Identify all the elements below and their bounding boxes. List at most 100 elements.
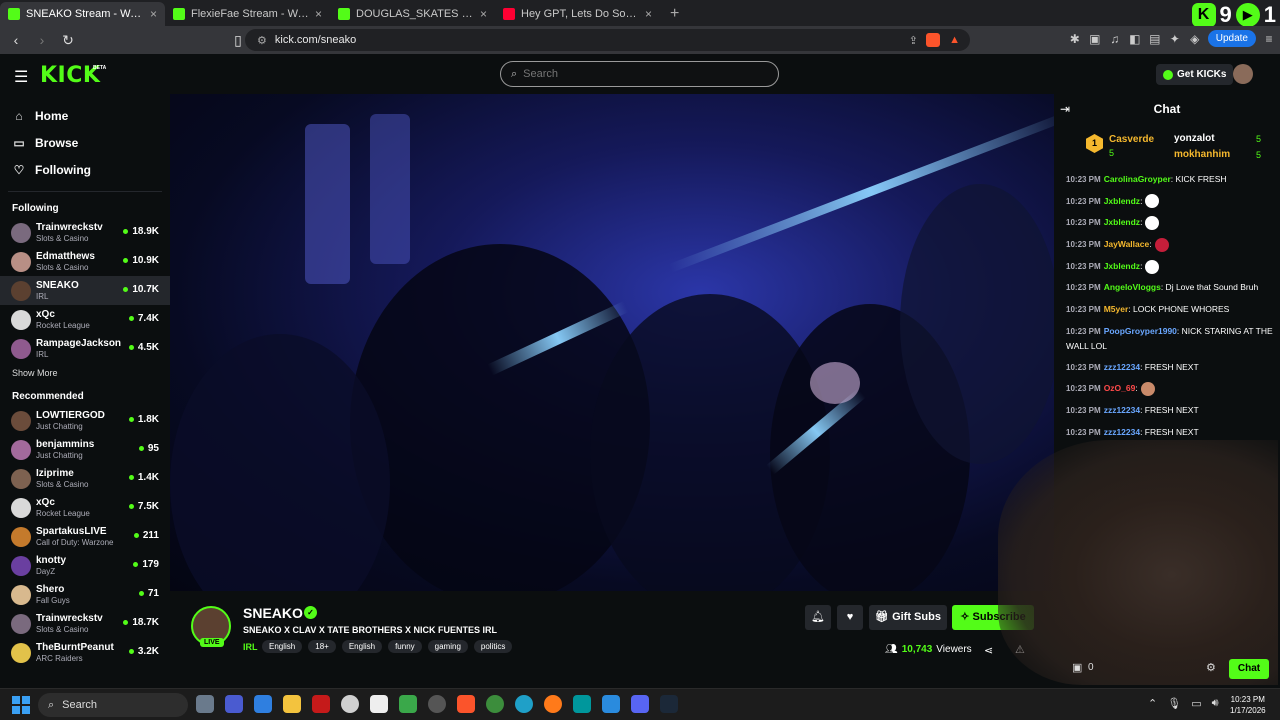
vscode-icon[interactable] bbox=[602, 695, 620, 713]
chat-username[interactable]: CarolinaGroyper bbox=[1104, 174, 1171, 184]
widgets-icon[interactable] bbox=[196, 695, 214, 713]
search-bar[interactable]: ⌕ bbox=[500, 61, 779, 87]
stream-tag[interactable]: English bbox=[262, 640, 303, 653]
channel-item[interactable]: TheBurntPeanut ARC Raiders 3.2K bbox=[0, 638, 170, 667]
vpn-icon[interactable]: ◈ bbox=[1188, 32, 1202, 46]
brave-icon[interactable] bbox=[457, 695, 475, 713]
chat-username[interactable]: OzO_69 bbox=[1104, 383, 1136, 393]
back-icon[interactable]: ‹ bbox=[6, 32, 26, 48]
sidebar-nav-home[interactable]: ⌂ Home bbox=[0, 102, 170, 129]
channel-item[interactable]: xQc Rocket League 7.4K bbox=[0, 305, 170, 334]
reload-icon[interactable]: ↻ bbox=[58, 32, 78, 49]
search-input[interactable] bbox=[523, 68, 744, 80]
stream-tag[interactable]: 18+ bbox=[308, 640, 336, 653]
browser-tab[interactable]: Hey GPT, Lets Do Some Riddles - YouTube × bbox=[495, 2, 660, 26]
stream-tag[interactable]: politics bbox=[473, 640, 513, 653]
remote-desktop-icon[interactable] bbox=[254, 695, 272, 713]
file-explorer-icon[interactable] bbox=[283, 695, 301, 713]
forward-icon[interactable]: › bbox=[32, 32, 52, 48]
channel-item[interactable]: Shero Fall Guys 71 bbox=[0, 580, 170, 609]
menu-icon[interactable]: ≡ bbox=[1262, 32, 1276, 46]
leader-name[interactable]: Casverde bbox=[1109, 134, 1154, 145]
stream-tag[interactable]: English bbox=[341, 640, 383, 653]
show-more-link[interactable]: Show More bbox=[0, 365, 170, 381]
hamburger-menu-icon[interactable]: ☰ bbox=[14, 67, 28, 87]
chat-username[interactable]: Jxblendz bbox=[1104, 261, 1140, 271]
chat-username[interactable]: PoopGroyper1990 bbox=[1104, 326, 1177, 336]
channel-item[interactable]: Trainwreckstv Slots & Casino 18.7K bbox=[0, 609, 170, 638]
chat-username[interactable]: AngeloVloggs bbox=[1104, 282, 1161, 292]
close-tab-icon[interactable]: × bbox=[150, 7, 157, 21]
share-icon[interactable]: ⋖ bbox=[984, 644, 993, 657]
sidebar-toggle-icon[interactable]: ◧ bbox=[1128, 32, 1142, 46]
media-icon[interactable]: ♫ bbox=[1108, 32, 1122, 46]
kicks-icon[interactable]: ▣ bbox=[1072, 661, 1082, 674]
chrome-icon[interactable] bbox=[486, 695, 504, 713]
leo-icon[interactable]: ✦ bbox=[1168, 32, 1182, 46]
browser-tab[interactable]: FlexieFae Stream - Watch Live on Kick × bbox=[165, 2, 330, 26]
edge-icon[interactable] bbox=[515, 695, 533, 713]
chat-username[interactable]: M5yer bbox=[1104, 304, 1129, 314]
follow-heart-button[interactable]: ♥ bbox=[837, 605, 863, 630]
stream-category[interactable]: IRL bbox=[243, 642, 258, 652]
volume-icon[interactable]: 🔊︎ bbox=[1212, 697, 1219, 710]
taskbar-clock[interactable]: 10:23 PM 1/17/2026 bbox=[1230, 694, 1266, 716]
leader-name[interactable]: mokhanhim bbox=[1174, 149, 1230, 160]
wallet-icon[interactable]: ▤ bbox=[1148, 32, 1162, 46]
maps-icon[interactable] bbox=[399, 695, 417, 713]
chevron-up-icon[interactable]: ⌃ bbox=[1148, 697, 1157, 710]
chat-username[interactable]: zzz12234 bbox=[1104, 427, 1140, 437]
gift-subs-button[interactable]: 🎁︎ Gift Subs bbox=[869, 605, 947, 630]
chat-settings-icon[interactable]: ⚙ bbox=[1206, 661, 1216, 674]
leader-name[interactable]: yonzalot bbox=[1174, 133, 1215, 144]
chat-username[interactable]: Jxblendz bbox=[1104, 217, 1140, 227]
windows-start-icon[interactable] bbox=[12, 696, 30, 714]
stream-tag[interactable]: gaming bbox=[427, 640, 468, 653]
channel-item[interactable]: LOWTIERGOD Just Chatting 1.8K bbox=[0, 406, 170, 435]
close-tab-icon[interactable]: × bbox=[645, 7, 652, 21]
chat-username[interactable]: zzz12234 bbox=[1104, 362, 1140, 372]
streamer-name[interactable]: SNEAKO bbox=[243, 605, 303, 621]
share-page-icon[interactable]: ⇪ bbox=[909, 34, 918, 47]
sidebar-nav-browse[interactable]: ▭ Browse bbox=[0, 129, 170, 156]
url-field[interactable]: ⚙ kick.com/sneako ⇪ ▲ bbox=[245, 29, 970, 51]
channel-item[interactable]: SpartakusLIVE Call of Duty: Warzone 211 bbox=[0, 522, 170, 551]
tab-search-icon[interactable]: ▣ bbox=[1088, 32, 1102, 46]
close-tab-icon[interactable]: × bbox=[480, 7, 487, 21]
chat-username[interactable]: JayWallace bbox=[1104, 239, 1150, 249]
browser-tab[interactable]: DOUGLAS_SKATES Stream - Watch Live on Ki… bbox=[330, 2, 495, 26]
arduino-icon[interactable] bbox=[573, 695, 591, 713]
user-avatar[interactable] bbox=[1233, 64, 1253, 84]
extensions-icon[interactable]: ✱ bbox=[1068, 32, 1082, 46]
netflix-icon[interactable] bbox=[312, 695, 330, 713]
chat-send-button[interactable]: Chat bbox=[1229, 659, 1269, 679]
notification-bell-button[interactable]: 🔔︎ bbox=[805, 605, 831, 630]
channel-item[interactable]: benjammins Just Chatting 95 bbox=[0, 435, 170, 464]
close-tab-icon[interactable]: × bbox=[315, 7, 322, 21]
brave-shield-icon[interactable] bbox=[926, 33, 940, 47]
channel-item[interactable]: Trainwreckstv Slots & Casino 18.9K bbox=[0, 218, 170, 247]
obs-icon[interactable] bbox=[428, 695, 446, 713]
discord-icon[interactable] bbox=[631, 695, 649, 713]
site-info-icon[interactable]: ⚙ bbox=[257, 34, 267, 47]
teams-icon[interactable] bbox=[225, 695, 243, 713]
capcut-icon[interactable] bbox=[370, 695, 388, 713]
channel-item[interactable]: knotty DayZ 179 bbox=[0, 551, 170, 580]
stream-tag[interactable]: funny bbox=[388, 640, 422, 653]
channel-item[interactable]: SNEAKO IRL 10.7K bbox=[0, 276, 170, 305]
channel-item[interactable]: xQc Rocket League 7.5K bbox=[0, 493, 170, 522]
video-player[interactable] bbox=[170, 94, 1054, 591]
new-tab-button[interactable]: + bbox=[660, 2, 689, 26]
update-button[interactable]: Update bbox=[1207, 30, 1256, 47]
kick-logo[interactable]: KICK bbox=[40, 63, 100, 88]
sidebar-nav-following[interactable]: ♡ Following bbox=[0, 156, 170, 183]
channel-item[interactable]: Edmatthews Slots & Casino 10.9K bbox=[0, 247, 170, 276]
microphone-icon[interactable]: 🎙︎ bbox=[1167, 697, 1181, 710]
chat-username[interactable]: zzz12234 bbox=[1104, 405, 1140, 415]
firefox-icon[interactable] bbox=[544, 695, 562, 713]
network-icon[interactable]: ▭ bbox=[1191, 697, 1201, 710]
channel-item[interactable]: Iziprime Slots & Casino 1.4K bbox=[0, 464, 170, 493]
get-kicks-button[interactable]: Get KICKs bbox=[1156, 64, 1234, 85]
clock-app-icon[interactable] bbox=[341, 695, 359, 713]
taskbar-search[interactable]: ⌕ Search bbox=[38, 693, 188, 717]
